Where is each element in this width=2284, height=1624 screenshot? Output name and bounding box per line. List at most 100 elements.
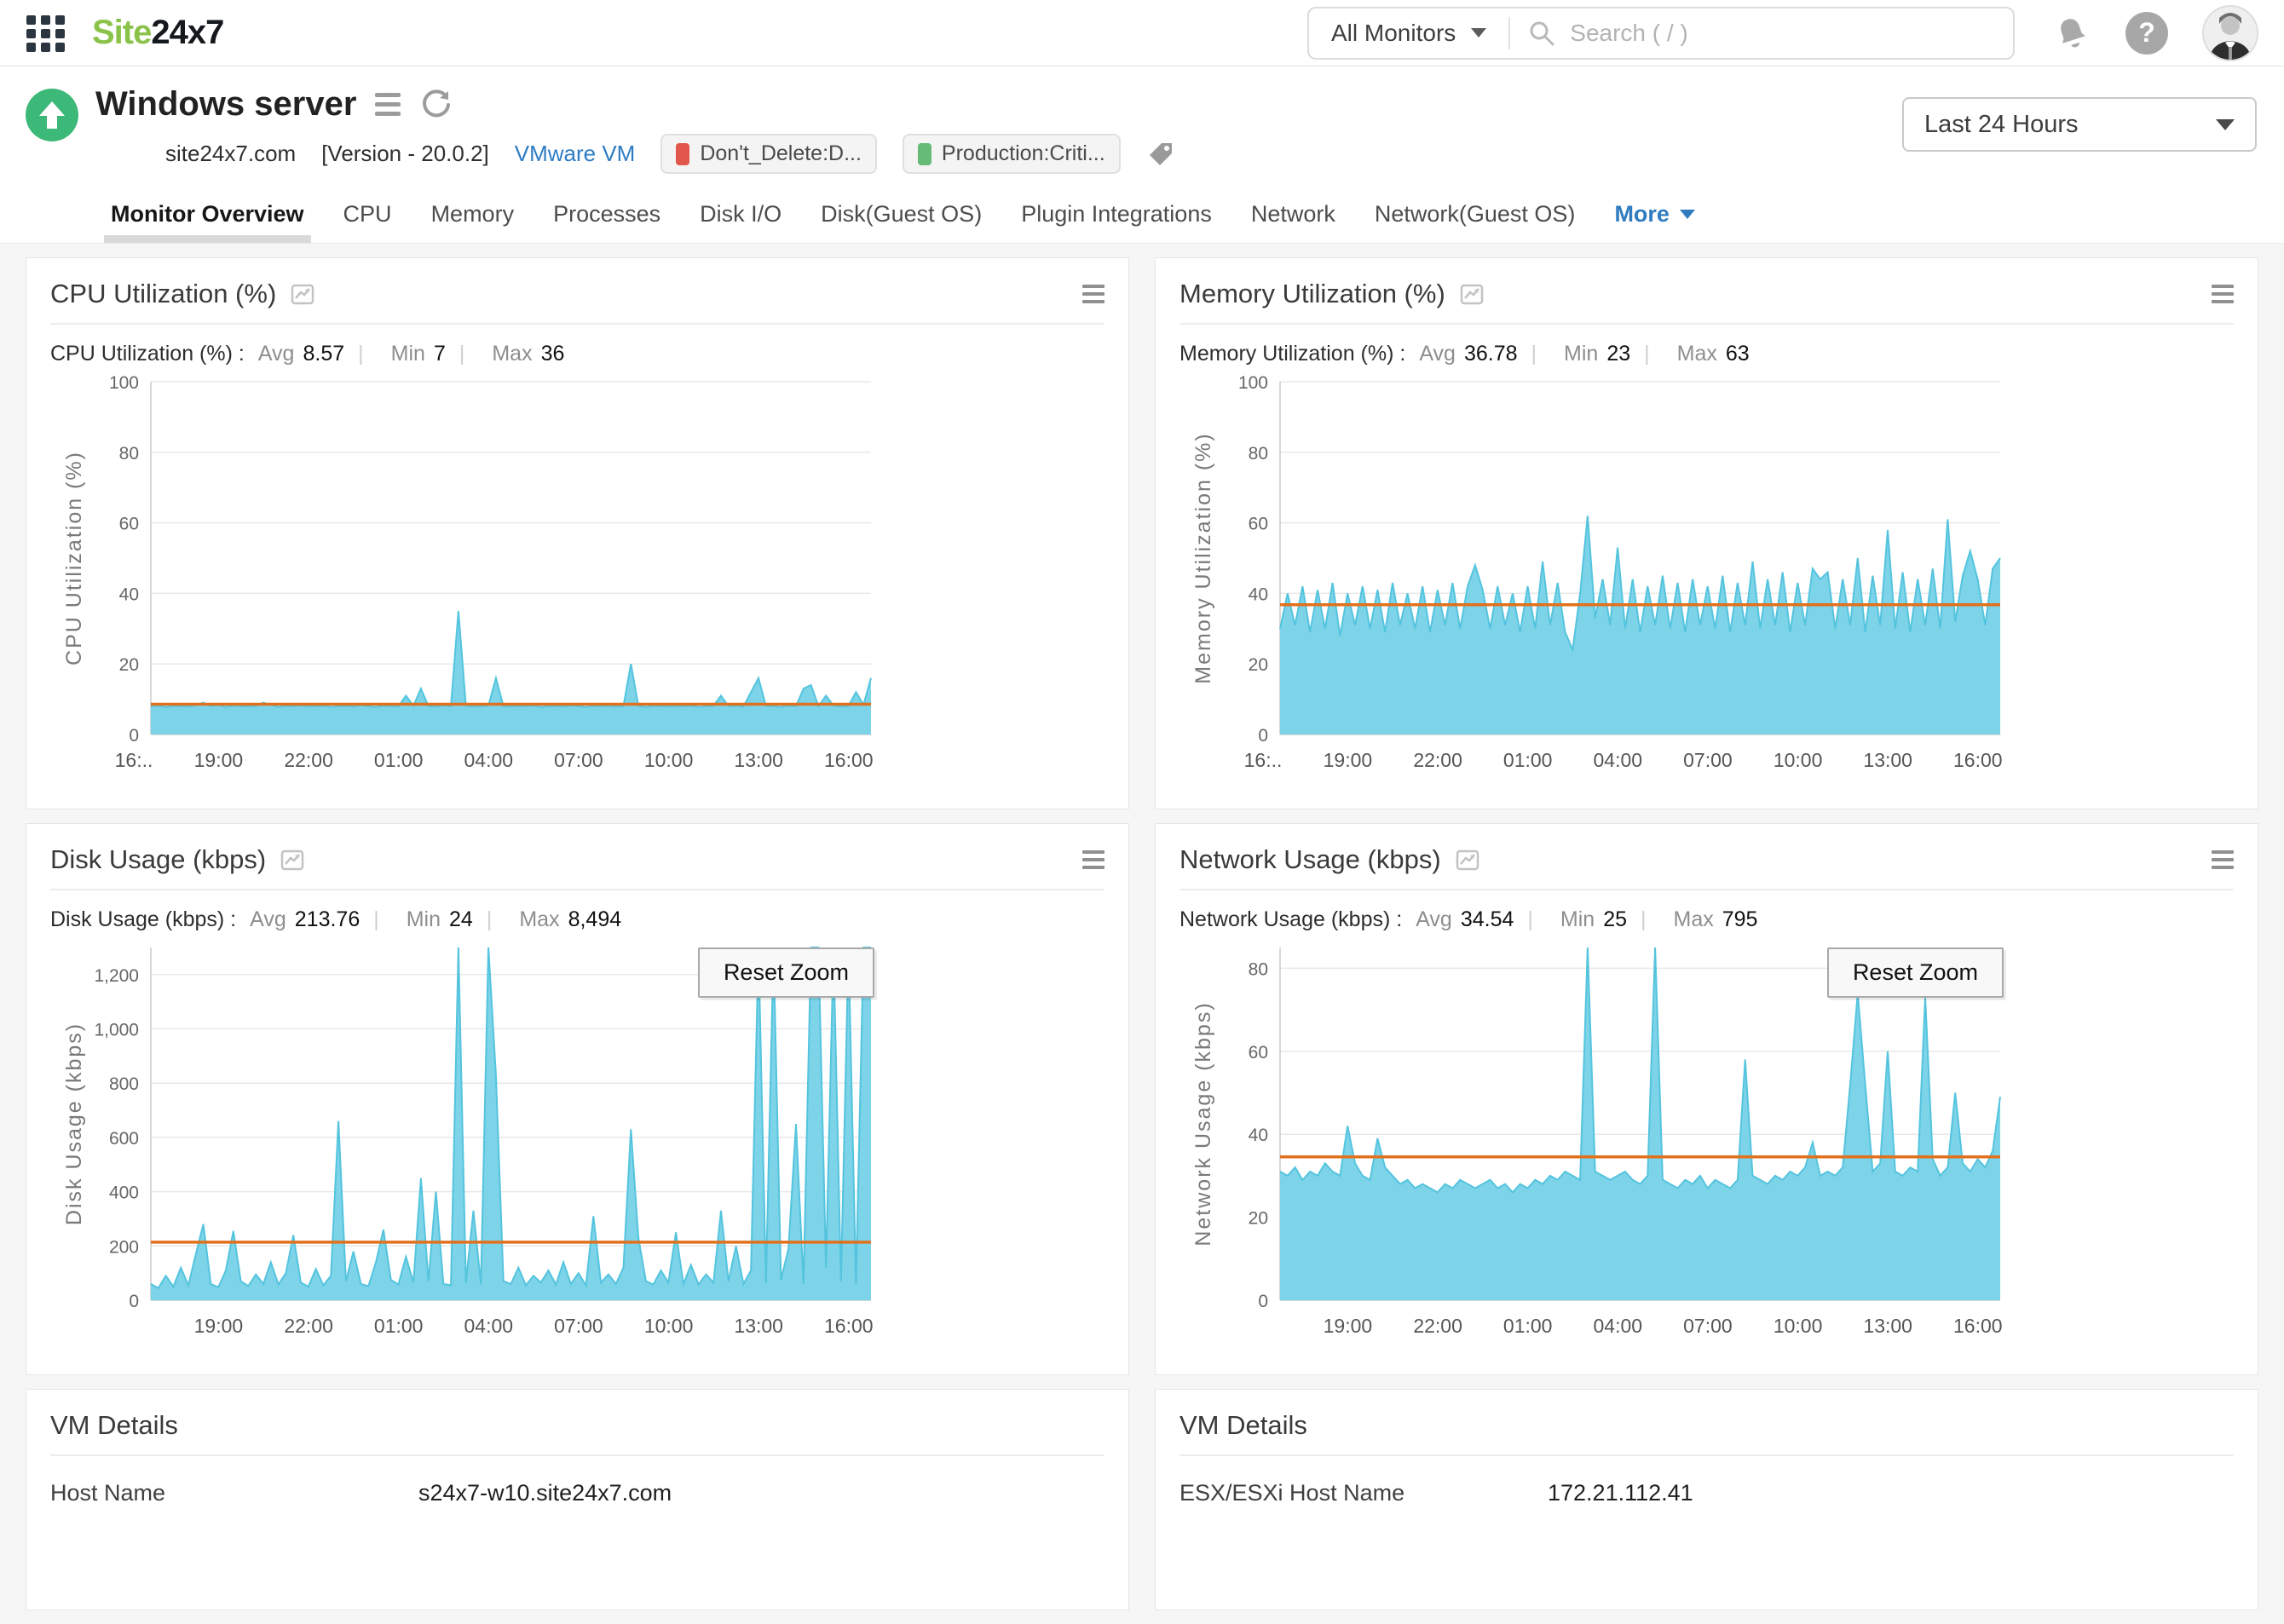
avg-value: 34.54 [1460, 907, 1514, 931]
network-usage-chart[interactable]: 0 20 40 60 80 19:00 22:00 01:00 04:00 07:00 10:00 1… [1179, 934, 2040, 1360]
chart-menu-icon[interactable] [2212, 280, 2234, 308]
trend-expand-icon[interactable] [280, 847, 305, 872]
svg-text:07:00: 07:00 [554, 1315, 603, 1337]
refresh-icon[interactable] [419, 88, 453, 122]
svg-text:01:00: 01:00 [1503, 749, 1553, 771]
max-value: 63 [1725, 342, 1750, 366]
tab-disk-io[interactable]: Disk I/O [700, 201, 782, 243]
min-label: Min [1564, 342, 1599, 366]
tab-processes[interactable]: Processes [553, 201, 660, 243]
svg-text:200: 200 [109, 1237, 139, 1257]
svg-text:16:00: 16:00 [1953, 749, 2003, 771]
memory-utilization-chart[interactable]: 0 20 40 60 80 100 16:.. 19:00 22:00 01:00 04:00 07:… [1179, 368, 2040, 794]
svg-text:Memory Utilization (%): Memory Utilization (%) [1191, 432, 1215, 683]
svg-text:01:00: 01:00 [374, 749, 424, 771]
tab-disk-guest-os[interactable]: Disk(Guest OS) [821, 201, 982, 243]
svg-text:16:00: 16:00 [1953, 1315, 2003, 1337]
vm-detail-value: 172.21.112.41 [1548, 1480, 1693, 1506]
monitor-scope-dropdown[interactable]: All Monitors [1309, 20, 1508, 47]
tag-chip-production[interactable]: Production:Criti... [902, 134, 1121, 174]
chart-menu-icon[interactable] [2212, 846, 2234, 873]
tab-memory[interactable]: Memory [431, 201, 515, 243]
reset-zoom-button[interactable]: Reset Zoom [1826, 947, 2004, 998]
svg-text:60: 60 [119, 515, 139, 534]
cpu-stats: CPU Utilization (%) : Avg 8.57 | Min 7 | M… [50, 342, 565, 366]
svg-text:19:00: 19:00 [194, 749, 244, 771]
chart-menu-icon[interactable] [1082, 280, 1105, 308]
reset-zoom-button[interactable]: Reset Zoom [697, 947, 874, 998]
tab-cpu[interactable]: CPU [343, 201, 392, 243]
avg-label: Avg [250, 907, 286, 931]
stat-label: Disk Usage (kbps) : [50, 907, 237, 931]
search-input[interactable] [1568, 18, 2013, 48]
min-value: 23 [1606, 342, 1631, 366]
tab-network[interactable]: Network [1251, 201, 1335, 243]
cpu-utilization-chart[interactable]: 0 20 40 60 80 100 16:.. 19:00 22:00 01:00 04:00 07:… [50, 368, 911, 794]
trend-expand-icon[interactable] [1459, 281, 1485, 307]
avg-label: Avg [1419, 342, 1456, 366]
notifications-bell-icon[interactable] [2052, 14, 2091, 53]
time-range-value: Last 24 Hours [1924, 110, 2079, 138]
chevron-down-icon [1679, 210, 1695, 219]
more-label: More [1614, 201, 1670, 227]
vm-detail-label: ESX/ESXi Host Name [1179, 1480, 1405, 1506]
max-label: Max [1676, 342, 1717, 366]
tags-icon[interactable] [1146, 140, 1175, 169]
vmware-vm-link[interactable]: VMware VM [515, 141, 636, 167]
min-value: 25 [1603, 907, 1628, 931]
tab-monitor-overview[interactable]: Monitor Overview [104, 201, 311, 243]
svg-text:Network Usage (kbps): Network Usage (kbps) [1191, 1001, 1215, 1246]
svg-text:Disk Usage (kbps): Disk Usage (kbps) [62, 1022, 86, 1225]
avg-value: 8.57 [303, 342, 345, 366]
svg-text:40: 40 [1249, 1126, 1268, 1145]
cpu-chart-svg: 0 20 40 60 80 100 16:.. 19:00 22:00 01:00 04:00 07:… [62, 373, 874, 771]
tab-more[interactable]: More [1614, 201, 1695, 243]
svg-text:600: 600 [109, 1129, 139, 1149]
tab-plugin-integrations[interactable]: Plugin Integrations [1021, 201, 1212, 243]
vm-details-title: VM Details [1179, 1410, 1307, 1440]
max-value: 36 [540, 342, 565, 366]
svg-text:20: 20 [1249, 1209, 1268, 1229]
vm-detail-label: Host Name [50, 1480, 166, 1506]
top-nav: Site24x7 All Monitors ? [0, 0, 2284, 66]
svg-text:0: 0 [1258, 726, 1268, 746]
help-icon[interactable]: ? [2125, 11, 2168, 55]
time-range-select[interactable]: Last 24 Hours [1902, 97, 2257, 152]
monitor-menu-icon[interactable] [375, 88, 401, 121]
cpu-panel: CPU Utilization (%) CPU Utilization (%) … [26, 257, 1129, 809]
disk-panel: Disk Usage (kbps) Disk Usage (kbps) : Av… [26, 823, 1129, 1375]
svg-text:80: 80 [1249, 444, 1268, 464]
disk-usage-chart[interactable]: 0 200 400 600 800 1,000 1,200 19:00 22:00 01:00 04… [50, 934, 911, 1360]
svg-text:800: 800 [109, 1074, 139, 1094]
svg-text:04:00: 04:00 [464, 749, 514, 771]
svg-text:07:00: 07:00 [554, 749, 603, 771]
stat-label: Network Usage (kbps) : [1179, 907, 1403, 931]
svg-text:40: 40 [119, 585, 139, 604]
site24x7-logo[interactable]: Site24x7 [92, 14, 224, 52]
monitor-scope-label: All Monitors [1331, 19, 1456, 46]
trend-expand-icon[interactable] [1455, 847, 1480, 872]
avg-label: Avg [1416, 907, 1452, 931]
trend-expand-icon[interactable] [290, 281, 315, 307]
tag-chip-dont-delete[interactable]: Don't_Delete:D... [660, 134, 877, 174]
svg-text:80: 80 [1249, 959, 1268, 979]
tag-color-swatch [917, 142, 931, 165]
svg-text:13:00: 13:00 [734, 749, 783, 771]
svg-text:10:00: 10:00 [644, 1315, 694, 1337]
tab-network-guest-os[interactable]: Network(Guest OS) [1375, 201, 1576, 243]
apps-grid-icon[interactable] [26, 13, 66, 54]
disk-panel-title: Disk Usage (kbps) [50, 844, 267, 874]
min-value: 7 [433, 342, 446, 366]
vm-details-panel-right: VM Details ESX/ESXi Host Name 172.21.112… [1155, 1389, 2258, 1610]
divider [1508, 16, 1511, 49]
svg-text:07:00: 07:00 [1683, 1315, 1733, 1337]
chart-menu-icon[interactable] [1082, 846, 1105, 873]
chevron-down-icon [1471, 28, 1487, 37]
network-panel: Network Usage (kbps) Network Usage (kbps… [1155, 823, 2258, 1375]
svg-text:100: 100 [1238, 373, 1268, 393]
monitor-host: site24x7.com [165, 141, 297, 166]
user-avatar[interactable] [2202, 4, 2258, 61]
svg-text:22:00: 22:00 [284, 749, 333, 771]
monitor-version: [Version - 20.0.2] [321, 141, 489, 166]
disk-stats: Disk Usage (kbps) : Avg 213.76 | Min 24 | … [50, 907, 622, 931]
